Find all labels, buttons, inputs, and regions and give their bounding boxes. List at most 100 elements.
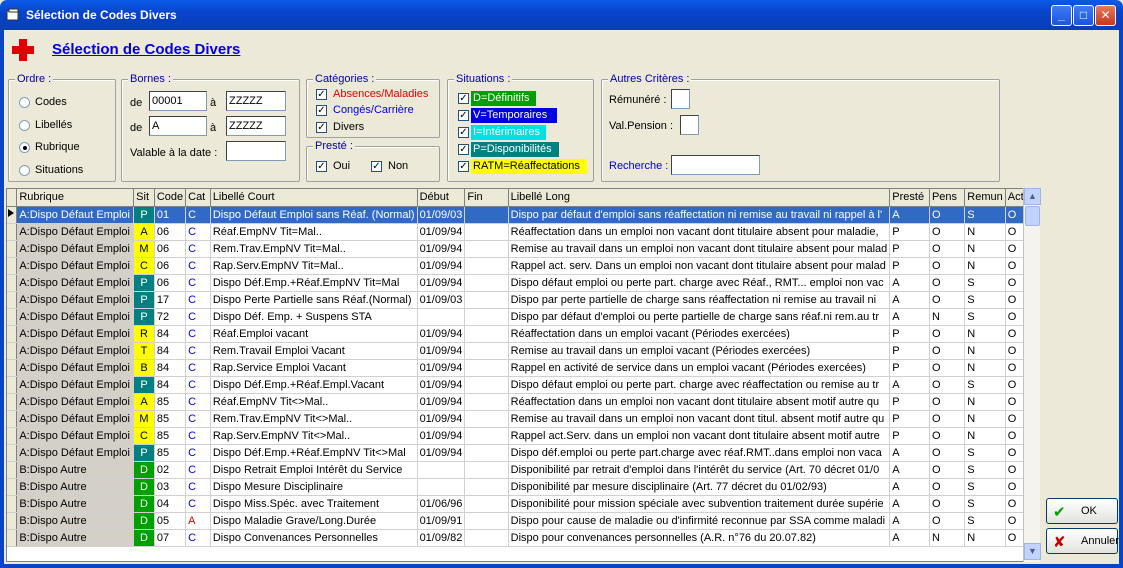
table-row[interactable]: A:Dispo Défaut Emploi C 06 C Rap.Serv.EmpNV … bbox=[7, 257, 1039, 275]
chk-absences[interactable]: ✓ bbox=[316, 89, 327, 100]
table-row[interactable]: A:Dispo Défaut Emploi P 84 C Dispo Déf.Emp.+… bbox=[7, 376, 1039, 394]
chk-sit-d[interactable]: ✓ bbox=[458, 93, 469, 104]
cell-cat: C bbox=[185, 257, 211, 275]
table-row[interactable]: A:Dispo Défaut Emploi T 84 C Rem.Travail Emp… bbox=[7, 342, 1039, 360]
chk-sit-p[interactable]: ✓ bbox=[458, 144, 469, 155]
chk-absences-label: Absences/Maladies bbox=[333, 88, 429, 100]
scroll-down-icon[interactable]: ▼ bbox=[1024, 543, 1041, 560]
cell-code: 04 bbox=[154, 495, 187, 513]
col-code[interactable]: Code bbox=[154, 189, 187, 207]
col-sit[interactable]: Sit bbox=[133, 189, 155, 207]
cell-remun: N bbox=[964, 257, 1006, 275]
table-row[interactable]: B:Dispo Autre D 04 C Dispo Miss.Spéc. avec T… bbox=[7, 495, 1039, 513]
chk-conges-label: Congés/Carrière bbox=[333, 104, 414, 116]
col-preste[interactable]: Presté bbox=[889, 189, 930, 207]
codes-table[interactable]: Rubrique Sit Code Cat Libellé Court Débu… bbox=[6, 188, 1040, 562]
cell-sit: D bbox=[133, 495, 155, 513]
row-indicator bbox=[7, 223, 18, 241]
table-row[interactable]: A:Dispo Défaut Emploi B 84 C Rap.Service Emp… bbox=[7, 359, 1039, 377]
pension-label: Val.Pension : bbox=[609, 120, 674, 132]
row-indicator bbox=[7, 240, 18, 258]
cell-remun: N bbox=[964, 240, 1006, 258]
maximize-button[interactable]: □ bbox=[1073, 5, 1094, 26]
table-row[interactable]: A:Dispo Défaut Emploi P 85 C Dispo Déf.Emp.+… bbox=[7, 444, 1039, 462]
header-indicator bbox=[7, 189, 18, 207]
row-indicator bbox=[7, 478, 18, 496]
col-rubrique[interactable]: Rubrique bbox=[16, 189, 135, 207]
table-row[interactable]: A:Dispo Défaut Emploi A 06 C Réaf.EmpNV Tit=… bbox=[7, 223, 1039, 241]
radio-libelles[interactable] bbox=[19, 120, 30, 131]
radio-situations[interactable] bbox=[19, 165, 30, 176]
row-indicator bbox=[7, 410, 18, 428]
ok-button[interactable]: ✔ OK bbox=[1046, 498, 1118, 524]
col-libelle-long[interactable]: Libellé Long bbox=[508, 189, 891, 207]
chk-sit-v[interactable]: ✓ bbox=[458, 110, 469, 121]
col-cat[interactable]: Cat bbox=[185, 189, 211, 207]
cell-pens: N bbox=[929, 308, 966, 326]
chk-sit-ratm[interactable]: ✓ bbox=[458, 161, 469, 172]
table-row[interactable]: A:Dispo Défaut Emploi M 06 C Rem.Trav.EmpNV … bbox=[7, 240, 1039, 258]
table-row[interactable]: A:Dispo Défaut Emploi C 85 C Rap.Serv.EmpNV … bbox=[7, 427, 1039, 445]
table-row[interactable]: A:Dispo Défaut Emploi P 17 C Dispo Perte Par… bbox=[7, 291, 1039, 309]
chk-conges[interactable]: ✓ bbox=[316, 105, 327, 116]
cell-preste: P bbox=[889, 257, 930, 275]
minimize-button[interactable]: _ bbox=[1051, 5, 1072, 26]
pension-input[interactable] bbox=[680, 115, 699, 135]
cell-rubrique: A:Dispo Défaut Emploi bbox=[16, 342, 135, 360]
annuler-button[interactable]: ✘ Annuler bbox=[1046, 528, 1119, 554]
scroll-up-icon[interactable]: ▲ bbox=[1024, 188, 1041, 205]
col-pens[interactable]: Pens bbox=[929, 189, 966, 207]
cell-rubrique: A:Dispo Défaut Emploi bbox=[16, 291, 135, 309]
table-row[interactable]: A:Dispo Défaut Emploi A 85 C Réaf.EmpNV Tit<… bbox=[7, 393, 1039, 411]
table-body: A:Dispo Défaut Emploi P 01 C Dispo Défaut Em… bbox=[7, 206, 1039, 547]
cell-pens: O bbox=[929, 512, 966, 530]
valable-date-input[interactable] bbox=[226, 141, 286, 161]
cell-cat: C bbox=[185, 444, 211, 462]
col-remun[interactable]: Remun bbox=[964, 189, 1006, 207]
table-row[interactable]: B:Dispo Autre D 03 C Dispo Mesure Disciplina… bbox=[7, 478, 1039, 496]
cell-fin bbox=[464, 427, 509, 445]
radio-codes[interactable] bbox=[19, 97, 30, 108]
col-fin[interactable]: Fin bbox=[464, 189, 509, 207]
table-row[interactable]: B:Dispo Autre D 07 C Dispo Convenances Perso… bbox=[7, 529, 1039, 547]
cell-cat: C bbox=[185, 529, 211, 547]
remunere-input[interactable] bbox=[671, 89, 690, 109]
page-title[interactable]: Sélection de Codes Divers bbox=[52, 41, 240, 58]
bornes-to-1[interactable] bbox=[226, 91, 286, 111]
cell-libelle-court: Dispo Défaut Emploi sans Réaf. (Normal) bbox=[210, 206, 418, 224]
col-debut[interactable]: Début bbox=[417, 189, 466, 207]
chk-sit-i[interactable]: ✓ bbox=[458, 127, 469, 138]
cell-preste: A bbox=[889, 308, 930, 326]
table-row[interactable]: B:Dispo Autre D 02 C Dispo Retrait Emploi In… bbox=[7, 461, 1039, 479]
cell-debut: 01/09/91 bbox=[417, 512, 466, 530]
cell-remun: S bbox=[964, 376, 1006, 394]
bornes-from-2[interactable] bbox=[149, 116, 207, 136]
cell-libelle-court: Réaf.Emploi vacant bbox=[210, 325, 418, 343]
table-row[interactable]: A:Dispo Défaut Emploi R 84 C Réaf.Emploi vac… bbox=[7, 325, 1039, 343]
cell-libelle-long: Rappel act. serv. Dans un emploi non vac… bbox=[508, 257, 891, 275]
radio-codes-label: Codes bbox=[35, 96, 67, 108]
title-bar[interactable]: Sélection de Codes Divers _ □ ✕ bbox=[0, 0, 1123, 30]
scroll-thumb[interactable] bbox=[1025, 206, 1040, 226]
close-button[interactable]: ✕ bbox=[1095, 5, 1116, 26]
chk-divers[interactable]: ✓ bbox=[316, 122, 327, 133]
cell-libelle-court: Réaf.EmpNV Tit<>Mal.. bbox=[210, 393, 418, 411]
radio-rubrique[interactable] bbox=[19, 142, 30, 153]
cell-debut: 01/09/94 bbox=[417, 359, 466, 377]
table-scrollbar[interactable]: ▲ ▼ bbox=[1023, 188, 1041, 562]
col-libelle-court[interactable]: Libellé Court bbox=[210, 189, 418, 207]
chk-preste-non[interactable]: ✓ bbox=[371, 161, 382, 172]
bornes-from-1[interactable] bbox=[149, 91, 207, 111]
cell-debut: 01/09/94 bbox=[417, 342, 466, 360]
table-row[interactable]: A:Dispo Défaut Emploi P 06 C Dispo Déf.Emp.+… bbox=[7, 274, 1039, 292]
cell-libelle-court: Dispo Maladie Grave/Long.Durée bbox=[210, 512, 418, 530]
chk-preste-oui[interactable]: ✓ bbox=[316, 161, 327, 172]
recherche-input[interactable] bbox=[671, 155, 760, 175]
table-row[interactable]: B:Dispo Autre D 05 A Dispo Maladie Grave/Lon… bbox=[7, 512, 1039, 530]
table-row[interactable]: A:Dispo Défaut Emploi M 85 C Rem.Trav.EmpNV … bbox=[7, 410, 1039, 428]
cell-libelle-court: Dispo Perte Partielle sans Réaf.(Normal) bbox=[210, 291, 418, 309]
table-row[interactable]: A:Dispo Défaut Emploi P 72 C Dispo Déf. Emp.… bbox=[7, 308, 1039, 326]
table-row[interactable]: A:Dispo Défaut Emploi P 01 C Dispo Défaut Em… bbox=[7, 206, 1039, 224]
bornes-to-2[interactable] bbox=[226, 116, 286, 136]
cell-cat: C bbox=[185, 206, 211, 224]
